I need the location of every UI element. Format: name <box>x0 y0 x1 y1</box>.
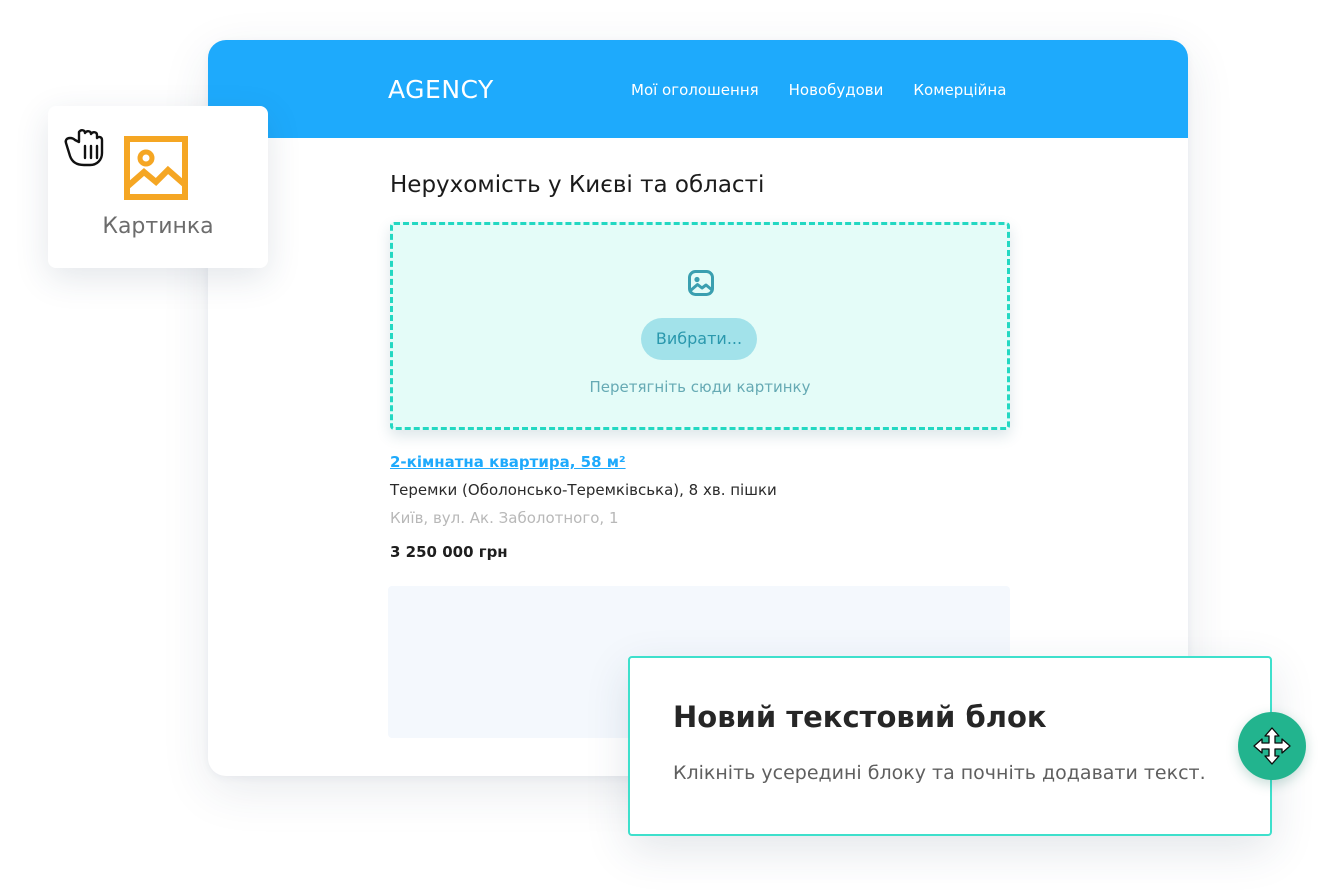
image-dropzone[interactable]: Вибрати... Перетягніть сюди картинку <box>390 222 1010 430</box>
choose-image-button[interactable]: Вибрати... <box>641 318 757 360</box>
widget-label: Картинка <box>102 214 214 239</box>
site-header: AGENCY Мої оголошення Новобудови Комерці… <box>208 40 1188 138</box>
text-block-title[interactable]: Новий текстовий блок <box>673 698 1047 736</box>
text-block-body[interactable]: Клікніть усередині блоку та почніть дода… <box>673 760 1206 786</box>
image-icon <box>124 136 188 200</box>
listing-address: Київ, вул. Ак. Заболотного, 1 <box>390 509 619 527</box>
listing-metro: Теремки (Оболонсько-Теремківська), 8 хв.… <box>390 481 777 499</box>
site-logo[interactable]: AGENCY <box>388 74 494 106</box>
dropzone-hint: Перетягніть сюди картинку <box>589 378 811 396</box>
nav-item-new-buildings[interactable]: Новобудови <box>789 80 884 100</box>
listing-price: 3 250 000 грн <box>390 543 508 561</box>
grab-hand-icon <box>64 129 104 167</box>
new-text-block[interactable]: Новий текстовий блок Клікніть усередині … <box>628 656 1272 836</box>
nav-item-commercial[interactable]: Комерційна <box>913 80 1006 100</box>
main-nav: Мої оголошення Новобудови Комерційна <box>631 80 1006 100</box>
move-handle-button[interactable] <box>1238 712 1306 780</box>
nav-item-my-listings[interactable]: Мої оголошення <box>631 80 759 100</box>
image-icon <box>688 270 714 296</box>
move-icon <box>1253 727 1291 765</box>
page-title: Нерухомість у Києві та області <box>390 172 765 198</box>
listing-title-link[interactable]: 2-кімнатна квартира, 58 м² <box>390 452 626 472</box>
